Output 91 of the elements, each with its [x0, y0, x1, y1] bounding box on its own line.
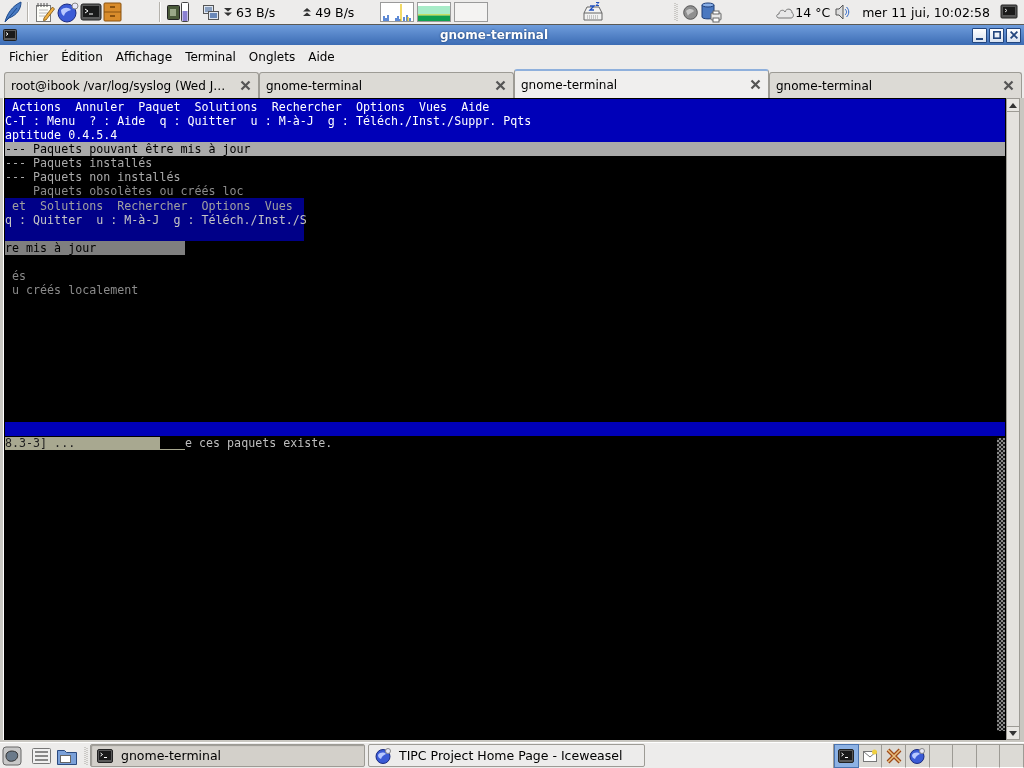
ghost-menu-text: et Solutions Rechercher Options Vues	[12, 199, 293, 213]
tab[interactable]: gnome-terminal	[769, 72, 1022, 98]
notepad-icon[interactable]	[35, 1, 55, 23]
menu-item[interactable]: Terminal	[180, 47, 241, 67]
workspace-cell[interactable]	[834, 743, 859, 768]
close-icon	[239, 80, 251, 91]
menu-item[interactable]: Solutions	[194, 100, 258, 114]
menu-item[interactable]: Fichier	[4, 47, 54, 67]
version-highlight: 8.3-3] ...	[5, 437, 160, 450]
terminal-icon	[838, 747, 855, 764]
package-group[interactable]: --- Paquets pouvant être mis à jour	[5, 142, 1005, 156]
down-arrow-icon	[1009, 730, 1017, 736]
window-list-icon[interactable]	[31, 745, 52, 766]
monitor-icon[interactable]	[1000, 4, 1018, 20]
disk-printer-icon[interactable]	[700, 1, 723, 23]
menu-item[interactable]: Vues	[419, 100, 448, 114]
temperature-text[interactable]: 14 °C	[795, 4, 831, 20]
memory-graph	[417, 2, 452, 22]
globe-icon[interactable]	[57, 1, 79, 23]
key-hints: C-T : Menu ? : Aide q : Quitter u : M-à-J g : Téléch./Inst./Suppr. Pqts	[5, 114, 532, 128]
globe-icon	[375, 747, 391, 764]
workspace-cell[interactable]	[953, 743, 977, 768]
menu-item[interactable]: Annuler	[75, 100, 125, 114]
tab[interactable]: root@ibook /var/log/syslog (Wed J…	[4, 72, 259, 98]
download-rate: 63 B/s	[236, 4, 276, 20]
tab[interactable]: gnome-terminal	[514, 69, 769, 98]
crossed-tools-icon	[885, 747, 902, 764]
grip-handle	[84, 746, 88, 765]
description-text: e ces paquets existe.	[185, 436, 333, 450]
terminal-icon	[97, 747, 113, 764]
workspace-cell[interactable]	[905, 743, 930, 768]
cabinet-icon[interactable]	[103, 2, 122, 22]
taskbar-button[interactable]: TIPC Project Home Page - Iceweasel	[368, 744, 645, 767]
workspace-cell[interactable]	[929, 743, 954, 768]
desktop-icon[interactable]	[2, 745, 22, 766]
tab[interactable]: gnome-terminal	[259, 72, 514, 98]
workspace-cell[interactable]	[1000, 743, 1024, 768]
close-icon	[494, 80, 506, 91]
globe-icon[interactable]	[683, 4, 699, 20]
speaker-icon[interactable]	[835, 4, 851, 20]
taskbar-button[interactable]: gnome-terminal	[90, 744, 365, 767]
menu-item[interactable]: Aide	[461, 100, 490, 114]
app-title: aptitude 0.4.5.4	[5, 128, 118, 142]
menu-item[interactable]: Édition	[56, 47, 108, 67]
envelope-icon	[861, 747, 878, 764]
clock-text[interactable]: mer 11 jui, 10:02:58	[862, 4, 990, 20]
down-arrow-icon	[223, 7, 233, 17]
window-title: gnome-terminal	[438, 28, 550, 42]
menu-item[interactable]: Onglets	[243, 47, 301, 67]
list-item-text: Paquets obsolètes ou créés loc	[33, 184, 244, 198]
menu-item[interactable]: Affichage	[110, 47, 178, 67]
grip-handle	[674, 3, 679, 21]
list-item-text: és	[12, 269, 27, 283]
drawer-icon[interactable]	[582, 2, 605, 22]
close-icon	[749, 79, 761, 90]
terminal-icon[interactable]	[80, 2, 102, 22]
workspace-cell[interactable]	[858, 743, 883, 768]
close-icon	[1002, 80, 1014, 91]
minimize-button[interactable]	[972, 27, 987, 43]
up-arrow-icon	[302, 7, 313, 17]
network-icon	[202, 3, 220, 21]
close-tab-button[interactable]	[493, 78, 507, 93]
feather-icon[interactable]	[4, 1, 22, 23]
close-tab-button[interactable]	[748, 77, 762, 92]
close-tab-button[interactable]	[238, 78, 252, 93]
maximize-button[interactable]	[989, 27, 1004, 43]
close-icon	[1009, 31, 1018, 39]
cloud-icon[interactable]	[775, 5, 795, 19]
ghost-highlight: re mis à jour	[5, 241, 185, 255]
terminal-icon[interactable]	[3, 28, 17, 42]
close-tab-button[interactable]	[1001, 78, 1015, 93]
menu-item[interactable]: Aide	[303, 47, 340, 67]
workspace-cell[interactable]	[976, 743, 1001, 768]
battery-icon	[166, 1, 190, 23]
menu-item[interactable]: Options	[355, 100, 405, 114]
menu-item[interactable]: Paquet	[138, 100, 181, 114]
menu-item[interactable]: Actions	[12, 100, 62, 114]
scroll-up-button[interactable]	[1006, 98, 1020, 112]
maximize-icon	[992, 31, 1001, 39]
menu-item[interactable]: Rechercher	[271, 100, 342, 114]
package-group[interactable]: --- Paquets non installés	[5, 170, 1005, 184]
minimize-icon	[976, 37, 983, 40]
package-group[interactable]: --- Paquets installés	[5, 156, 1005, 170]
globe-icon	[909, 747, 926, 764]
up-arrow-icon	[1009, 102, 1017, 108]
scroll-down-button[interactable]	[1006, 726, 1020, 740]
list-item-text: u créés localement	[12, 283, 139, 297]
close-button[interactable]	[1006, 27, 1021, 43]
workspace-cell[interactable]	[882, 743, 906, 768]
upload-rate: 49 B/s	[315, 4, 355, 20]
load-graph	[380, 2, 415, 22]
